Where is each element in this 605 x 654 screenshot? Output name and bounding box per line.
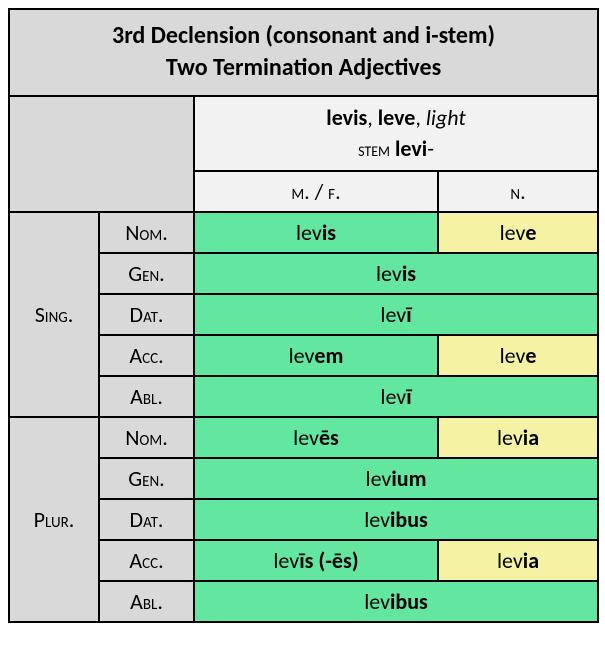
- stem-suffix: -: [427, 135, 434, 162]
- form-pl-gen: levium: [194, 458, 598, 499]
- case-acc-pl: Acc.: [99, 540, 194, 581]
- number-singular: Sing.: [9, 212, 99, 417]
- headword-cell: levis, leve, light stem levi-: [194, 96, 598, 172]
- case-nom-pl: Nom.: [99, 417, 194, 458]
- title-line-2: Two Termination Adjectives: [166, 53, 441, 82]
- form-sg-dat: levī: [194, 294, 598, 335]
- form-pl-dat: levibus: [194, 499, 598, 540]
- form-sg-acc-n: leve: [438, 335, 598, 376]
- form-pl-abl: levibus: [194, 581, 598, 622]
- case-nom-sg: Nom.: [99, 212, 194, 253]
- form-sg-nom-mf: levis: [194, 212, 438, 253]
- headword-n: leve: [378, 104, 416, 131]
- form-sg-acc-mf: levem: [194, 335, 438, 376]
- case-acc-sg: Acc.: [99, 335, 194, 376]
- title-line-1: 3rd Declension (consonant and i-stem): [112, 21, 495, 50]
- headword-meaning: light: [426, 104, 466, 131]
- declension-table: 3rd Declension (consonant and i-stem) Tw…: [8, 8, 599, 623]
- form-sg-abl: levī: [194, 376, 598, 417]
- gender-header-n: n.: [438, 171, 598, 212]
- stem-value: levi: [395, 135, 427, 162]
- form-sg-nom-n: leve: [438, 212, 598, 253]
- case-gen-sg: Gen.: [99, 253, 194, 294]
- form-pl-nom-mf: levēs: [194, 417, 438, 458]
- case-dat-sg: Dat.: [99, 294, 194, 335]
- case-dat-pl: Dat.: [99, 499, 194, 540]
- form-pl-acc-n: levia: [438, 540, 598, 581]
- header-blank: [9, 96, 194, 213]
- table-title: 3rd Declension (consonant and i-stem) Tw…: [9, 9, 598, 96]
- case-gen-pl: Gen.: [99, 458, 194, 499]
- case-abl-pl: Abl.: [99, 581, 194, 622]
- case-abl-sg: Abl.: [99, 376, 194, 417]
- headword-mf: levis: [326, 104, 367, 131]
- form-sg-gen: levis: [194, 253, 598, 294]
- form-pl-acc-mf: levīs (-ēs): [194, 540, 438, 581]
- gender-header-mf: m. / f.: [194, 171, 438, 212]
- form-pl-nom-n: levia: [438, 417, 598, 458]
- stem-label: stem: [358, 138, 390, 162]
- number-plural: Plur.: [9, 417, 99, 622]
